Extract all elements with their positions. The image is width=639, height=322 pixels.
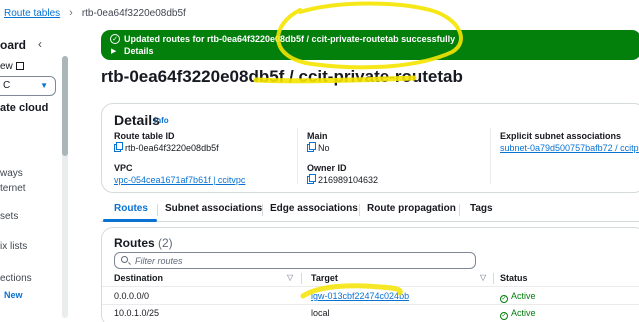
tab-bar: Routes Subnet associations Edge associat… — [101, 198, 639, 222]
divider — [490, 128, 491, 184]
page-title: rtb-0ea64f3220e08db5f / ccit-private-rou… — [101, 67, 463, 86]
breadcrumb: Route tables › rtb-0ea64f3220e08db5f — [0, 0, 639, 26]
chevron-left-icon[interactable]: ‹ — [38, 37, 42, 51]
row-divider — [102, 304, 639, 305]
main-label: Main — [307, 131, 328, 141]
routes-title: Routes (2) — [114, 236, 173, 250]
sidebar-item-sets[interactable]: sets — [0, 211, 18, 222]
route-table-id-value: rtb-0ea64f3220e08db5f — [114, 142, 219, 153]
route-destination: 10.0.1.0/25 — [114, 308, 160, 318]
header-divider — [102, 286, 639, 287]
route-table-id-text: rtb-0ea64f3220e08db5f — [125, 143, 219, 153]
sidebar-item-internet[interactable]: ternet — [0, 183, 26, 194]
sidebar-heading: oard — [0, 38, 27, 52]
sort-icon[interactable]: ▽ — [480, 273, 486, 282]
sidebar-section-virtual-private-cloud: ate cloud — [0, 102, 49, 114]
tab-separator — [459, 204, 460, 216]
breadcrumb-route-tables-link[interactable]: Route tables — [4, 8, 60, 19]
route-target-link[interactable]: igw-013cbf22474c024bb — [311, 291, 409, 301]
active-tab-indicator — [103, 219, 157, 222]
route-status: ✓ Active — [500, 291, 536, 303]
tab-subnet-associations[interactable]: Subnet associations — [165, 203, 262, 214]
sidebar: oard ‹ ew C ▼ ate cloud ways ternet sets … — [0, 26, 70, 322]
info-link[interactable]: Info — [154, 116, 169, 125]
tab-separator — [157, 204, 158, 216]
routes-panel: Routes (2) Destination ▽ Target ▽ Status… — [101, 227, 639, 322]
owner-id-value: 216989104632 — [307, 174, 379, 185]
column-header-status[interactable]: Status — [500, 273, 528, 283]
filter-routes-input[interactable] — [135, 255, 465, 267]
caret-down-icon: ▼ — [40, 81, 48, 90]
check-circle-icon: ✓ — [500, 295, 508, 303]
vpc-link[interactable]: vpc-054cea1671af7b61f | ccitvpc — [114, 175, 245, 185]
route-target: local — [311, 308, 330, 318]
routes-title-text: Routes — [114, 236, 155, 250]
main-value: No — [307, 142, 330, 153]
owner-id-text: 216989104632 — [318, 175, 379, 185]
route-status: ✓ Active — [500, 308, 536, 320]
check-circle-icon: ✓ — [500, 312, 508, 320]
owner-id-label: Owner ID — [307, 163, 347, 173]
main-value-text: No — [318, 143, 330, 153]
vpc-label: VPC — [114, 163, 133, 173]
column-separator — [301, 273, 302, 284]
new-badge: New — [4, 290, 23, 300]
column-header-target[interactable]: Target — [311, 273, 338, 283]
copy-icon[interactable] — [307, 142, 316, 152]
explicit-subnet-associations-link[interactable]: subnet-0a79d500757bafb72 / ccitprivate — [500, 143, 639, 153]
copy-icon[interactable] — [114, 142, 123, 152]
details-panel: Details Info Route table ID rtb-0ea64f32… — [101, 103, 639, 193]
routes-count: (2) — [158, 236, 173, 250]
tab-separator — [359, 204, 360, 216]
tab-route-propagation[interactable]: Route propagation — [367, 203, 456, 214]
vpc-filter-value: C — [3, 80, 11, 91]
new-experience-label: ew — [0, 61, 13, 72]
new-experience-link[interactable]: ew — [0, 61, 24, 72]
sidebar-item-gateways[interactable]: ways — [0, 168, 23, 179]
search-icon — [121, 256, 128, 263]
sidebar-scrollbar-thumb[interactable] — [62, 56, 68, 156]
copy-icon[interactable] — [307, 174, 316, 184]
tab-tags[interactable]: Tags — [470, 203, 493, 214]
tab-routes[interactable]: Routes — [114, 203, 148, 214]
route-status-text: Active — [511, 291, 536, 301]
banner-details-toggle[interactable]: Details — [124, 46, 154, 56]
column-header-destination[interactable]: Destination — [114, 273, 163, 283]
route-table-id-label: Route table ID — [114, 131, 175, 141]
banner-message: Updated routes for rtb-0ea64f3220e08db5f… — [124, 34, 456, 44]
breadcrumb-current: rtb-0ea64f3220e08db5f — [81, 7, 186, 19]
sidebar-item-prefix-lists[interactable]: ix lists — [0, 241, 27, 252]
route-status-text: Active — [511, 308, 536, 318]
column-separator — [493, 273, 494, 284]
check-circle-icon: ✓ — [110, 34, 120, 44]
sort-icon[interactable]: ▽ — [287, 273, 293, 282]
filter-routes-input-wrapper[interactable] — [114, 252, 476, 269]
success-banner: ✓ Updated routes for rtb-0ea64f3220e08db… — [101, 30, 639, 60]
external-link-icon — [15, 62, 24, 70]
tab-edge-associations[interactable]: Edge associations — [270, 203, 358, 214]
tab-separator — [262, 204, 263, 216]
divider — [297, 128, 298, 184]
explicit-subnet-associations-label: Explicit subnet associations — [500, 131, 622, 141]
route-destination: 0.0.0.0/0 — [114, 291, 150, 301]
caret-right-icon[interactable]: ▶ — [111, 47, 116, 55]
chevron-right-icon: › — [69, 7, 73, 19]
sidebar-item-connections[interactable]: ections — [0, 273, 32, 284]
vpc-filter-select[interactable]: C ▼ — [0, 76, 56, 96]
